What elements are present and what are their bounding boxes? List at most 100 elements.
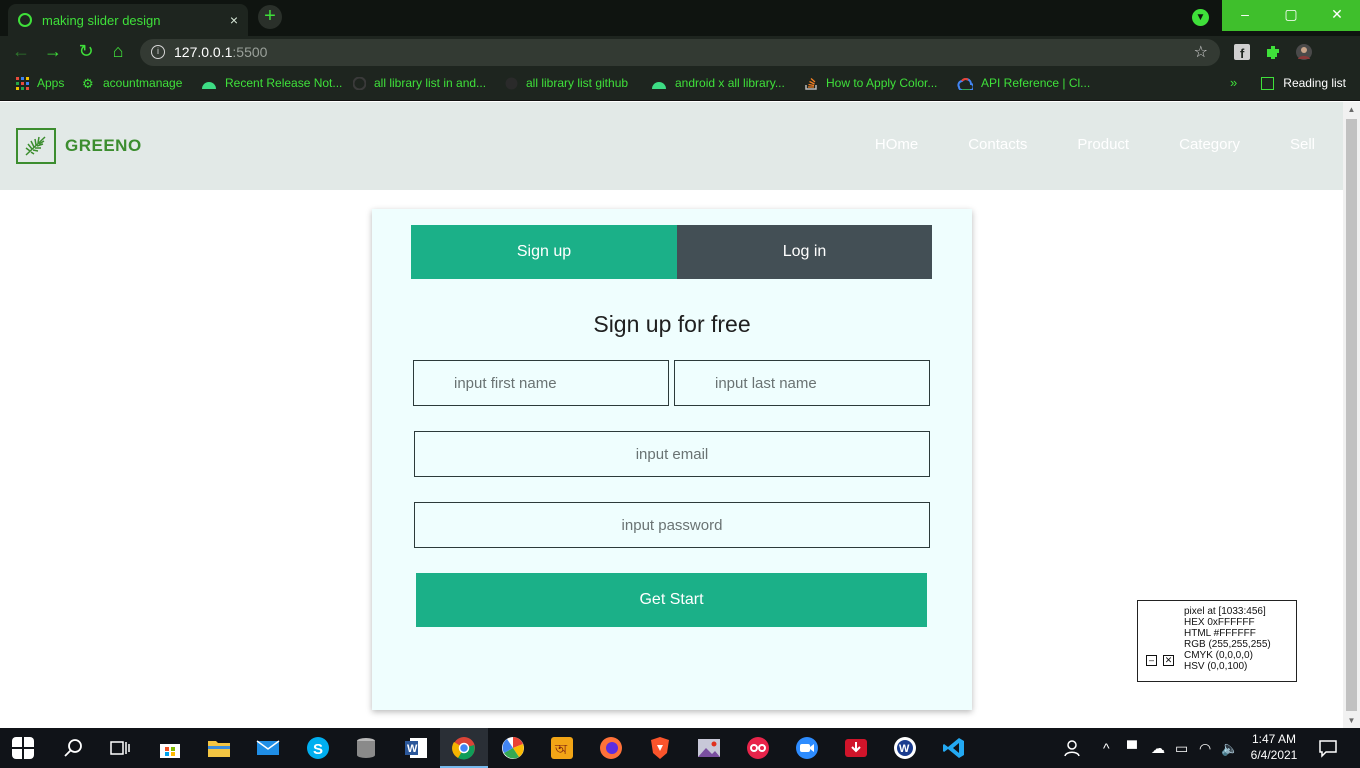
get-start-button[interactable]: Get Start [416, 573, 927, 627]
profile-download-icon[interactable]: ▼ [1192, 9, 1209, 26]
app-w-icon[interactable]: W [893, 736, 917, 760]
url-port: :5500 [232, 44, 268, 60]
bookmark-library-list-github[interactable]: all library list github [505, 76, 628, 90]
bookmark-star-icon[interactable]: ☆ [1194, 39, 1208, 66]
store-icon[interactable] [158, 736, 182, 760]
people-icon[interactable] [1063, 738, 1083, 758]
color-picker-widget: pixel at [1033:456] HEX 0xFFFFFF HTML #F… [1137, 600, 1297, 682]
avatar[interactable] [1295, 43, 1313, 61]
form-heading: Sign up for free [593, 311, 751, 337]
picker-close-button[interactable]: ✕ [1163, 655, 1174, 666]
browser-tab[interactable]: making slider design × [8, 4, 248, 36]
bookmark-android-x-library[interactable]: android x all library... [651, 76, 785, 90]
scroll-down-arrow-icon[interactable]: ▼ [1343, 716, 1360, 725]
bookmark-label: API Reference | Cl... [981, 76, 1091, 90]
reading-list-button[interactable]: Reading list [1261, 76, 1346, 90]
tab-title: making slider design [42, 12, 161, 28]
tray-device-icon[interactable]: ▀ [1127, 740, 1137, 756]
nav-link-contacts[interactable]: Contacts [968, 136, 1027, 153]
brave-icon[interactable] [648, 736, 672, 760]
battery-icon[interactable]: ▭ [1175, 740, 1188, 757]
facebook-extension-icon[interactable]: f [1233, 43, 1251, 61]
more-bookmarks-chevron-icon[interactable]: » [1230, 75, 1237, 90]
nav-link-home[interactable]: HOme [875, 136, 918, 153]
bookmark-acountmanage[interactable]: ⚙ acountmanage [82, 76, 182, 90]
vscode-icon[interactable] [942, 736, 966, 760]
bookmark-label: Recent Release Not... [225, 76, 343, 90]
home-icon[interactable]: ⌂ [107, 41, 129, 62]
bookmark-label: android x all library... [675, 76, 785, 90]
mail-icon[interactable] [256, 736, 280, 760]
url-host: 127.0.0.1 [174, 44, 233, 60]
tab-signup[interactable]: Sign up [411, 225, 677, 279]
email-input[interactable] [414, 431, 930, 477]
bookmark-apps[interactable]: Apps [16, 76, 64, 90]
firefox-icon[interactable] [599, 736, 623, 760]
site-logo[interactable]: GREENO [16, 128, 142, 164]
close-window-button[interactable]: ✕ [1314, 0, 1360, 31]
bookmarks-bar: Apps ⚙ acountmanage Recent Release Not..… [0, 68, 1360, 101]
system-clock[interactable]: 1:47 AM 6/4/2021 [1242, 731, 1306, 763]
window-controls: – ▢ ✕ [1222, 0, 1360, 31]
password-input[interactable] [414, 502, 930, 548]
last-name-input[interactable] [674, 360, 930, 406]
skype-icon[interactable]: S [306, 736, 330, 760]
nav-link-sell[interactable]: Sell [1290, 136, 1315, 153]
bookmark-library-list-android[interactable]: all library list in and... [353, 76, 486, 90]
picker-line: RGB (255,255,255) [1184, 639, 1271, 650]
new-tab-button[interactable]: + [258, 5, 282, 29]
minimize-window-button[interactable]: – [1222, 0, 1268, 31]
nav-link-category[interactable]: Category [1179, 136, 1240, 153]
close-tab-icon[interactable]: × [230, 12, 238, 28]
browser-tab-strip: making slider design × + ▼ – ▢ ✕ [0, 0, 1360, 36]
windows-taskbar: S W অ W ^ ▀ ☁ ▭ ◠ 🔈 1:47 AM 6/4/2021 [0, 728, 1360, 768]
svg-text:অ: অ [554, 742, 568, 758]
bookmark-api-reference[interactable]: API Reference | Cl... [957, 76, 1090, 90]
word-icon[interactable]: W [404, 736, 428, 760]
bookmark-recent-release[interactable]: Recent Release Not... [201, 76, 342, 90]
tab-login[interactable]: Log in [677, 225, 932, 279]
back-arrow-icon[interactable]: ← [10, 41, 32, 62]
database-icon[interactable] [354, 736, 378, 760]
auth-tabs: Sign up Log in [411, 225, 932, 279]
bookmark-apply-color[interactable]: How to Apply Color... [805, 76, 937, 90]
task-view-icon[interactable] [108, 736, 132, 760]
volume-icon[interactable]: 🔈 [1221, 740, 1238, 757]
scrollbar-thumb[interactable] [1346, 119, 1357, 711]
forward-arrow-icon[interactable]: → [42, 41, 64, 62]
bengali-keyboard-icon[interactable]: অ [550, 736, 574, 760]
picker-line: HEX 0xFFFFFF [1184, 617, 1255, 628]
zoom-icon[interactable] [795, 736, 819, 760]
signup-card: Sign up Log in Sign up for free Get Star… [372, 209, 972, 710]
file-explorer-icon[interactable] [207, 736, 231, 760]
restore-window-button[interactable]: ▢ [1268, 0, 1314, 31]
first-name-input[interactable] [413, 360, 669, 406]
clock-date: 6/4/2021 [1250, 748, 1298, 762]
site-info-icon[interactable]: i [151, 45, 165, 59]
notifications-icon[interactable] [1318, 738, 1338, 758]
stackoverflow-icon [805, 77, 817, 90]
download-manager-icon[interactable] [844, 736, 868, 760]
scroll-up-arrow-icon[interactable]: ▲ [1343, 105, 1360, 114]
search-icon[interactable] [62, 736, 86, 760]
puzzle-extensions-icon[interactable] [1264, 43, 1282, 61]
windows-start-icon[interactable] [12, 737, 34, 759]
picker-minimize-button[interactable]: – [1146, 655, 1157, 666]
nav-link-product[interactable]: Product [1077, 136, 1129, 153]
address-bar[interactable]: i 127.0.0.1:5500 ☆ [140, 39, 1220, 66]
oo-app-icon[interactable] [746, 736, 770, 760]
page-scrollbar[interactable]: ▲ ▼ [1343, 102, 1360, 728]
picker-line: pixel at [1033:456] [1184, 606, 1266, 617]
onedrive-icon[interactable]: ☁ [1151, 740, 1165, 757]
google-cloud-icon [957, 77, 973, 90]
globe-icon [18, 13, 32, 27]
gear-icon: ⚙ [82, 75, 94, 91]
svg-text:W: W [407, 743, 418, 755]
wifi-icon[interactable]: ◠ [1199, 740, 1211, 757]
bookmark-label: all library list github [526, 76, 629, 90]
tray-chevron-icon[interactable]: ^ [1103, 740, 1110, 756]
photos-icon[interactable] [501, 736, 525, 760]
image-viewer-icon[interactable] [697, 736, 721, 760]
chrome-icon[interactable] [452, 736, 476, 760]
reload-icon[interactable]: ↻ [75, 41, 97, 62]
